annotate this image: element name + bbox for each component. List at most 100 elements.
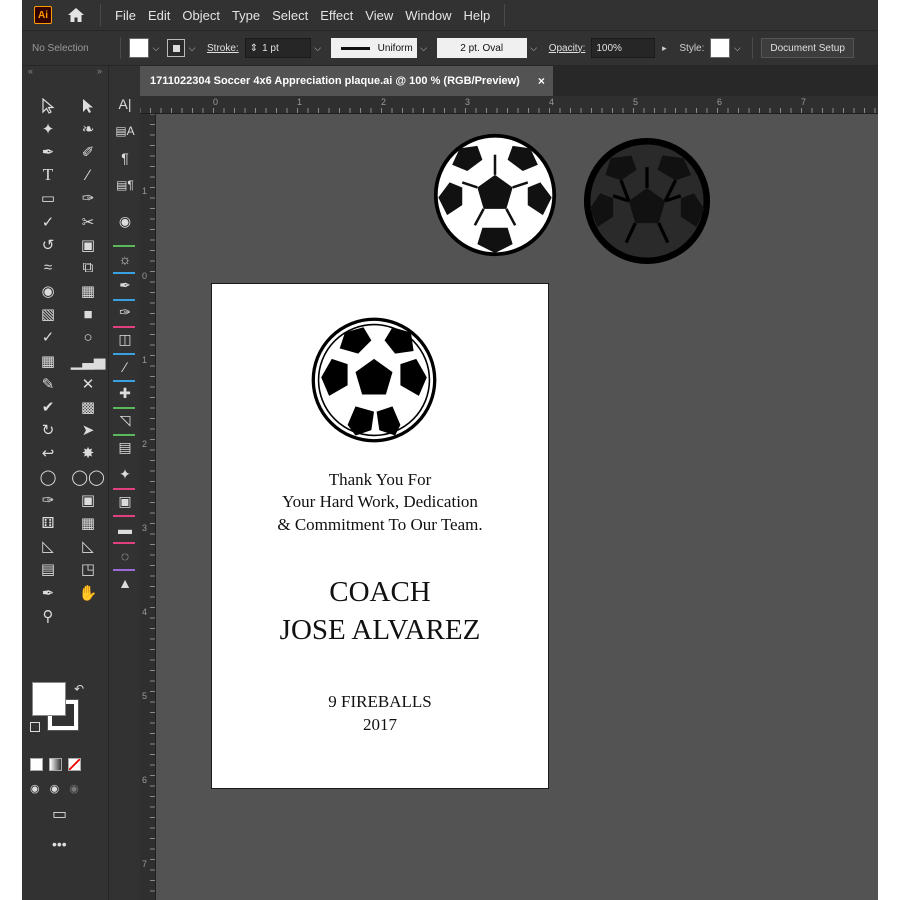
pencil-tool-icon[interactable]: ✑ (30, 488, 66, 511)
soccer-ball-outline-icon[interactable] (582, 136, 712, 266)
canvas-area[interactable]: Thank You For Your Hard Work, Dedication… (156, 114, 878, 900)
gradient-panel-icon[interactable]: ◹ (109, 407, 141, 434)
lasso-tool-icon[interactable]: ❧ (70, 117, 106, 140)
stroke-color-swatch[interactable] (167, 39, 185, 57)
draw-behind-icon[interactable]: ◉ (50, 782, 60, 795)
stroke-label[interactable]: Stroke: (207, 43, 239, 54)
add-panel-icon[interactable]: ✚ (109, 380, 141, 407)
character-styles-icon[interactable]: ▤A (109, 117, 141, 144)
graphic-style-swatch[interactable] (710, 38, 731, 58)
expand-arrows-icon[interactable]: » (97, 66, 102, 80)
width-tool-icon[interactable]: ≈ (30, 256, 66, 279)
shape-builder-tool-icon[interactable]: ◉ (30, 280, 66, 303)
symbol-sprayer-tool-icon[interactable]: ▦ (30, 349, 66, 372)
none-mode-icon[interactable] (68, 758, 81, 771)
align-panel-icon[interactable]: ▣ (109, 488, 141, 515)
slice-tool-icon[interactable]: ✕ (70, 372, 106, 395)
menu-edit[interactable]: Edit (148, 8, 170, 23)
menu-window[interactable]: Window (405, 8, 451, 23)
more-tools-icon[interactable]: ••• (52, 836, 67, 852)
document-setup-button[interactable]: Document Setup (761, 38, 854, 58)
menu-file[interactable]: File (115, 8, 136, 23)
scale-tool-icon[interactable]: ▣ (70, 233, 106, 256)
print-tiling-tool-icon[interactable]: ◳ (70, 558, 106, 581)
brush-select[interactable]: 2 pt. Oval (436, 38, 527, 58)
home-icon[interactable] (66, 6, 86, 24)
perspective-grid-tool-icon[interactable]: ▦ (70, 280, 106, 303)
eraser-tool-icon[interactable]: ✔ (30, 395, 66, 418)
direct-selection-tool-icon[interactable] (70, 94, 106, 117)
pen-tool-icon[interactable]: ✒ (30, 140, 66, 163)
dice-tool-icon[interactable]: ⚅ (30, 511, 66, 534)
type-tool-icon[interactable]: T (30, 164, 66, 187)
ruler-tool-icon[interactable]: ▤ (30, 558, 66, 581)
ruler-panel-icon[interactable]: ▤ (109, 434, 141, 461)
selection-tool-icon[interactable] (30, 94, 66, 117)
shaper-tool-icon[interactable]: ✓ (30, 210, 66, 233)
eyedropper-tool-icon[interactable]: ✓ (30, 326, 66, 349)
menu-object[interactable]: Object (182, 8, 220, 23)
vertical-ruler[interactable]: 1 0 1 2 3 4 5 6 7 (140, 114, 156, 900)
magic-wand-tool-icon[interactable]: ✦ (30, 117, 66, 140)
scissors-tool-icon[interactable]: ✂ (70, 210, 106, 233)
bloat-tool-icon[interactable]: ↩ (30, 442, 66, 465)
chevron-down-icon[interactable]: ⌵ (311, 41, 325, 55)
color-mode-icon[interactable] (30, 758, 43, 771)
brush-library-icon[interactable]: ✑ (109, 299, 141, 326)
pathfinder-panel-icon[interactable]: ∕ (109, 353, 141, 380)
close-tab-icon[interactable]: × (538, 74, 545, 88)
opacity-label[interactable]: Opacity: (549, 43, 586, 54)
draw-inside-icon[interactable]: ◉ (69, 782, 79, 795)
paragraph-panel-icon[interactable]: ¶ (109, 144, 141, 171)
color-guide-icon[interactable]: ◉ (109, 208, 141, 235)
default-colors-icon[interactable] (30, 722, 40, 732)
symbols-panel-icon[interactable]: ✦ (109, 461, 141, 488)
opacity-field[interactable]: 100% (591, 38, 656, 58)
blend-tool-icon[interactable]: ○ (70, 326, 106, 349)
collapse-arrows-icon[interactable]: « (28, 66, 33, 80)
layers-panel-icon[interactable]: ▬ (109, 515, 141, 542)
pucker-tool-icon[interactable]: ➤ (70, 419, 106, 442)
zoom-tool-icon[interactable]: ⚲ (30, 604, 66, 627)
chevron-down-icon[interactable]: ⌵ (417, 41, 431, 55)
chevron-right-icon[interactable]: ▸ (657, 41, 671, 55)
brushes-panel-icon[interactable]: ✒ (109, 272, 141, 299)
crop-image-tool-icon[interactable]: ▦ (70, 511, 106, 534)
knife-tool-icon[interactable]: ✒ (30, 581, 66, 604)
scallop-tool-icon[interactable]: ✸ (70, 442, 106, 465)
menu-effect[interactable]: Effect (320, 8, 353, 23)
appearance-panel-icon[interactable]: ◌ (109, 542, 141, 569)
rotate-tool-icon[interactable]: ↺ (30, 233, 66, 256)
reflect-tool-icon[interactable]: ◺ (70, 535, 106, 558)
join-tool-icon[interactable]: ▣ (70, 488, 106, 511)
image-trace-panel-icon[interactable]: ▲ (109, 569, 141, 596)
gradient-mode-icon[interactable] (49, 758, 62, 771)
chevron-down-icon[interactable]: ⌵ (730, 41, 744, 55)
gradient-mesh-icon[interactable]: ◺ (30, 535, 66, 558)
artboard[interactable]: Thank You For Your Hard Work, Dedication… (211, 283, 549, 789)
fill-swatch[interactable] (32, 682, 66, 716)
hand-tool-icon[interactable]: ✋ (70, 581, 106, 604)
transform-panel-icon[interactable]: ◫ (109, 326, 141, 353)
soccer-ball-white-icon[interactable] (432, 132, 558, 258)
character-panel-icon[interactable]: A| (109, 90, 141, 117)
line-tool-icon[interactable]: ∕ (70, 164, 106, 187)
polygon-tool-icon[interactable]: ◯◯ (70, 465, 106, 488)
soccer-ball-icon[interactable] (308, 314, 440, 446)
gradient-tool-icon[interactable]: ■ (70, 303, 106, 326)
draw-normal-icon[interactable]: ◉ (30, 782, 40, 795)
sun-icon[interactable]: ☼ (109, 245, 141, 272)
curvature-tool-icon[interactable]: ✐ (70, 140, 106, 163)
stroke-profile-select[interactable]: Uniform (330, 38, 417, 58)
menu-view[interactable]: View (365, 8, 393, 23)
paragraph-styles-icon[interactable]: ▤¶ (109, 171, 141, 198)
swap-fill-stroke-icon[interactable]: ↶ (74, 682, 84, 696)
texture-tool-icon[interactable]: ▩ (70, 395, 106, 418)
artboard-tool-icon[interactable]: ✎ (30, 372, 66, 395)
rectangle-tool-icon[interactable]: ▭ (30, 187, 66, 210)
chevron-down-icon[interactable]: ⌵ (527, 41, 541, 55)
horizontal-ruler[interactable]: 0 1 2 3 4 5 6 7 (140, 96, 878, 114)
fill-color-swatch[interactable] (129, 38, 149, 58)
column-graph-tool-icon[interactable]: ▁▃▅ (70, 349, 106, 372)
paintbrush-tool-icon[interactable]: ✑ (70, 187, 106, 210)
